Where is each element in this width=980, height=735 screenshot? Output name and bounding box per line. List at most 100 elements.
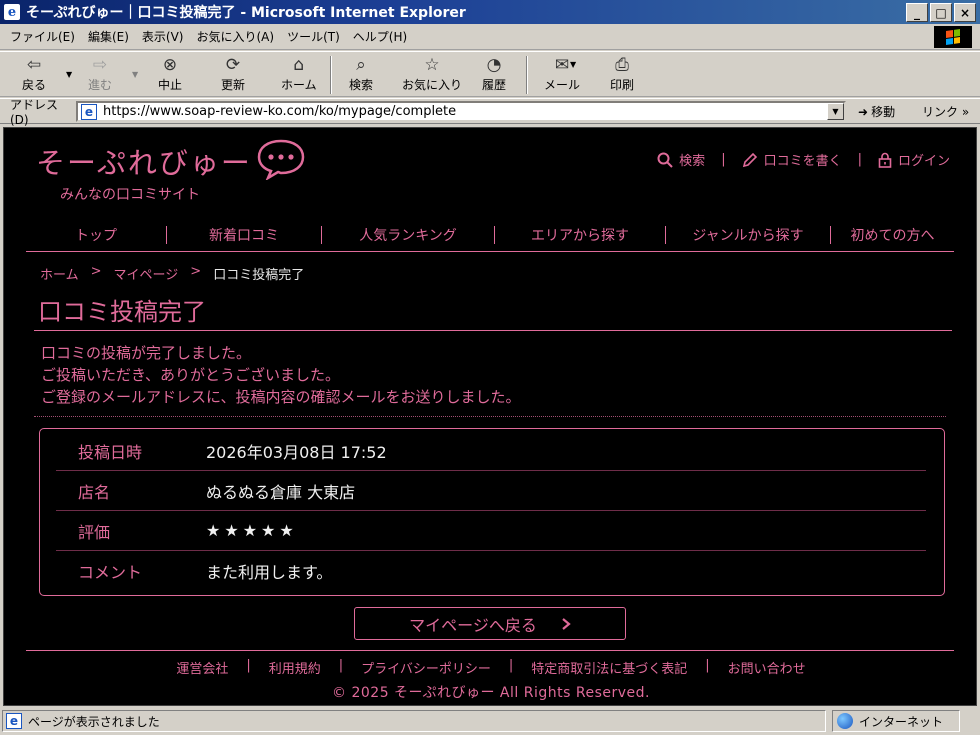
nav-genre-search[interactable]: ジャンルから探す [666, 225, 830, 245]
back-dropdown-icon[interactable]: ▼ [66, 70, 72, 79]
detail-row-date: 投稿日時 2026年03月08日 17:52 [56, 431, 926, 471]
menu-bar: ファイル(E) 編集(E) 表示(V) お気に入り(A) ツール(T) ヘルプ(… [0, 24, 980, 50]
refresh-button[interactable]: ⟳ 更新 [221, 54, 245, 94]
ie-app-icon: e [4, 4, 20, 20]
window-title: そーぷれびゅー｜口コミ投稿完了 - Microsoft Internet Exp… [26, 5, 466, 21]
header-search-label: 検索 [679, 154, 706, 169]
toolbar-separator [330, 56, 332, 94]
detail-value: また利用します。 [206, 563, 333, 582]
history-label: 履歴 [482, 78, 507, 92]
nav-area-search[interactable]: エリアから探す [495, 225, 665, 245]
message-line: ご投稿いただき、ありがとうございました。 [41, 366, 340, 384]
breadcrumb-separator: > [90, 264, 102, 279]
review-details: 投稿日時 2026年03月08日 17:52 店名 ぬるぬる倉庫 大東店 評価 … [39, 428, 945, 596]
detail-label: 評価 [78, 522, 111, 542]
breadcrumb-separator: > [190, 264, 202, 279]
footer-tokushoho[interactable]: 特定商取引法に基づく表記 [531, 658, 687, 677]
status-text: ページが表示されました [28, 714, 160, 729]
header-login-link[interactable]: ログイン [878, 150, 950, 169]
refresh-label: 更新 [221, 78, 246, 92]
forward-label: 進む [88, 78, 113, 92]
refresh-icon: ⟳ [225, 55, 241, 75]
stop-button[interactable]: ⊗ 中止 [158, 54, 182, 94]
status-main: e ページが表示されました [2, 710, 826, 732]
back-arrow-icon: ⇦ [26, 55, 42, 75]
page-icon: e [81, 103, 97, 120]
mail-dropdown-icon[interactable]: ▼ [570, 60, 576, 69]
stop-label: 中止 [158, 78, 183, 92]
menu-tools[interactable]: ツール(T) [287, 28, 340, 45]
links-button[interactable]: リンク » [922, 103, 969, 120]
nav-top[interactable]: トップ [26, 225, 166, 245]
footer-company[interactable]: 運営会社 [176, 658, 228, 677]
menu-view[interactable]: 表示(V) [142, 28, 184, 45]
menu-help[interactable]: ヘルプ(H) [353, 28, 407, 45]
site-logo[interactable]: そーぷれびゅー [36, 140, 252, 182]
back-button[interactable]: ⇦ 戻る [22, 54, 46, 94]
message-line: 口コミの投稿が完了しました。 [41, 344, 252, 362]
detail-value: 2026年03月08日 17:52 [206, 442, 387, 462]
nav-ranking[interactable]: 人気ランキング [322, 225, 494, 245]
home-button[interactable]: ⌂ ホーム [281, 54, 317, 94]
page-status-icon: e [6, 713, 22, 729]
footer-separator: | [246, 658, 251, 673]
footer-contact[interactable]: お問い合わせ [728, 658, 806, 677]
menu-file[interactable]: ファイル(E) [10, 28, 75, 45]
windows-logo [934, 26, 972, 48]
mail-label: メール [544, 78, 581, 92]
footer-terms[interactable]: 利用規約 [269, 658, 321, 677]
detail-label: 店名 [78, 482, 111, 502]
header-search-link[interactable]: 検索 [657, 150, 705, 169]
history-button[interactable]: ◔ 履歴 [482, 54, 506, 94]
menu-edit[interactable]: 編集(E) [88, 28, 129, 45]
pencil-icon [742, 152, 757, 167]
search-button[interactable]: ⌕ 検索 [349, 54, 373, 94]
menu-favorites[interactable]: お気に入り(A) [196, 28, 274, 45]
minimize-button[interactable]: _ [906, 3, 928, 22]
footer-privacy[interactable]: プライバシーポリシー [361, 658, 491, 677]
nav-new-reviews[interactable]: 新着口コミ [167, 225, 321, 245]
message-line: ご登録のメールアドレスに、投稿内容の確認メールをお送りしました。 [41, 388, 521, 406]
favorites-label: お気に入り [402, 78, 463, 92]
completion-message: 口コミの投稿が完了しました。 ご投稿いただき、ありがとうございました。 ご登録の… [41, 342, 521, 408]
rating-stars: ★★★★★ [206, 521, 298, 540]
breadcrumb-mypage[interactable]: マイページ [114, 264, 179, 283]
breadcrumb-current: 口コミ投稿完了 [213, 268, 305, 283]
go-button[interactable]: ➜ 移動 [858, 103, 895, 120]
forward-button[interactable]: ⇨ 進む [88, 54, 112, 94]
header-write-link[interactable]: 口コミを書く [742, 150, 842, 169]
zone-label: インターネット [859, 714, 944, 729]
stop-icon: ⊗ [162, 55, 178, 75]
favorites-button[interactable]: ☆ お気に入り [402, 54, 462, 94]
forward-dropdown-icon[interactable]: ▼ [132, 70, 138, 79]
address-bar: アドレス(D) e https://www.soap-review-ko.com… [0, 97, 980, 127]
header-login-label: ログイン [897, 154, 950, 169]
lock-icon [878, 152, 892, 168]
printer-icon: ⎙ [615, 55, 629, 75]
footer-divider [26, 650, 954, 651]
search-icon [657, 152, 673, 168]
page-title: 口コミ投稿完了 [38, 298, 206, 326]
site-tagline: みんなの口コミサイト [60, 187, 200, 203]
close-button[interactable]: × [954, 3, 976, 22]
detail-row-rating: 評価 ★★★★★ [56, 511, 926, 551]
page-viewport: そーぷれびゅー みんなの口コミサイト 検索 | 口コミを書く | ログイン トッ… [3, 127, 977, 706]
address-input[interactable]: e https://www.soap-review-ko.com/ko/mypa… [76, 101, 846, 122]
back-label: 戻る [22, 78, 47, 92]
detail-label: コメント [78, 563, 143, 582]
address-url[interactable]: https://www.soap-review-ko.com/ko/mypage… [103, 104, 456, 119]
maximize-button[interactable]: □ [930, 3, 952, 22]
back-to-mypage-button[interactable]: マイページへ戻る [354, 607, 626, 640]
address-label: アドレス(D) [10, 97, 59, 127]
nav-beginners[interactable]: 初めての方へ [831, 225, 954, 245]
print-label: 印刷 [610, 78, 635, 92]
security-zone: インターネット [832, 710, 960, 732]
address-dropdown-icon[interactable]: ▼ [827, 103, 844, 120]
breadcrumb-home[interactable]: ホーム [40, 264, 79, 283]
windows-flag-icon [946, 29, 960, 45]
footer-links: 運営会社 | 利用規約 | プライバシーポリシー | 特定商取引法に基づく表記 … [4, 658, 976, 677]
favorites-icon: ☆ [424, 55, 440, 75]
toolbar: ⇦ 戻る ▼ ⇨ 進む ▼ ⊗ 中止 ⟳ 更新 ⌂ ホーム ⌕ 検索 ☆ お気に… [0, 51, 980, 97]
footer-separator: | [705, 658, 710, 673]
print-button[interactable]: ⎙ 印刷 [610, 54, 634, 94]
